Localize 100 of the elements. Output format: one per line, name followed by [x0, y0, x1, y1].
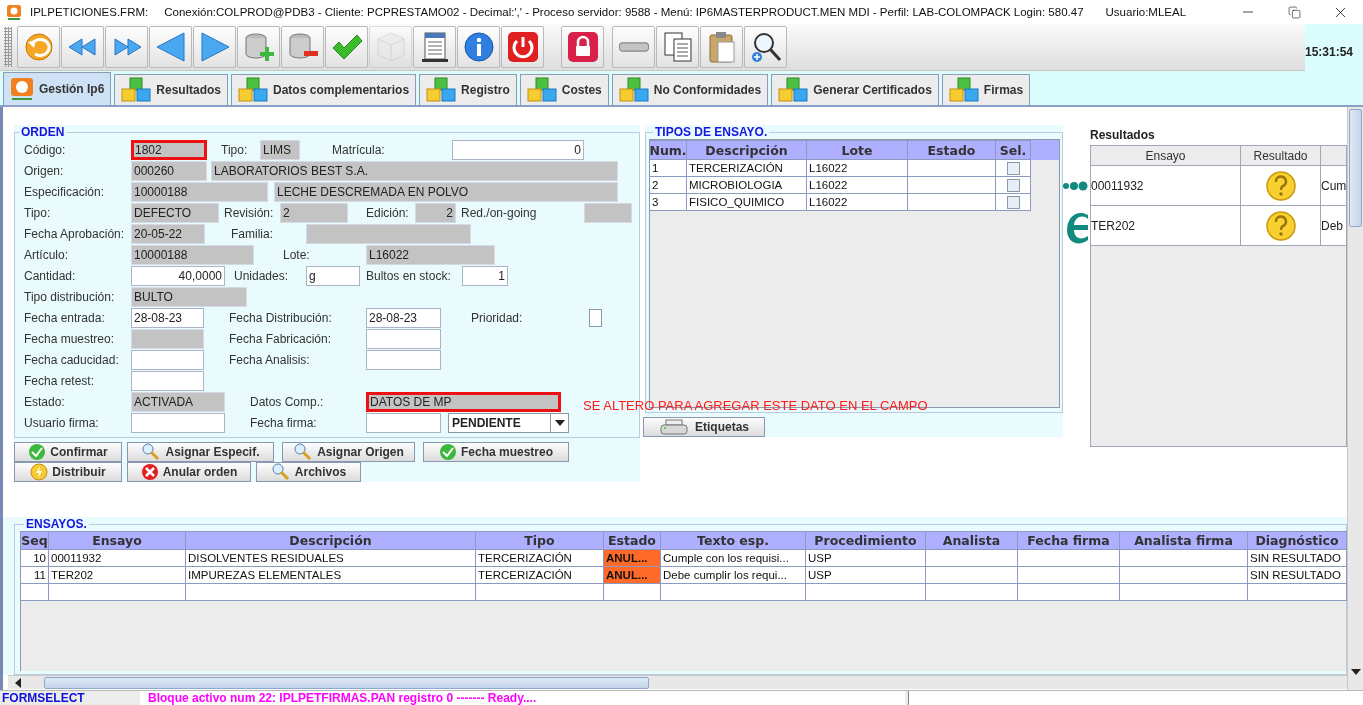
column-header[interactable]: Descripción	[186, 531, 476, 550]
field-label: Fecha retest:	[24, 373, 96, 388]
field-label: Unidades:	[234, 268, 290, 283]
column-header[interactable]: Ensayo	[49, 531, 186, 550]
table-cell: L16022	[807, 177, 908, 194]
checkbox[interactable]	[589, 308, 602, 327]
tab[interactable]: Generar Certificados	[771, 74, 939, 105]
status-cell: ANUL...	[604, 567, 661, 584]
column-header[interactable]: Resultado	[1241, 146, 1321, 166]
input-field[interactable]	[366, 349, 441, 370]
column-header[interactable]: Estado	[908, 140, 996, 160]
checkbox[interactable]	[1006, 195, 1020, 209]
table-cell	[21, 584, 49, 601]
tab[interactable]: No Conformidades	[611, 74, 769, 105]
toolbar-grip[interactable]	[4, 27, 12, 67]
column-header[interactable]: Descripción	[687, 140, 807, 160]
toolbar-button[interactable]	[744, 26, 787, 68]
table-cell: TERCERIZACIÓN	[687, 160, 807, 177]
action-button[interactable]: Distribuir	[14, 462, 122, 482]
column-header[interactable]: Diagnóstico	[1248, 531, 1347, 550]
action-button[interactable]: Archivos	[256, 462, 361, 482]
cubes-icon	[617, 77, 650, 103]
input-field[interactable]: 40,0000	[131, 265, 225, 286]
input-field[interactable]	[131, 412, 225, 433]
checkbox[interactable]	[1006, 178, 1020, 192]
field-label: Fecha Analisis:	[229, 352, 311, 367]
tab[interactable]: Costes	[519, 74, 609, 105]
tab[interactable]: Firmas	[941, 74, 1031, 105]
table-cell: 11	[21, 567, 49, 584]
cubes-icon	[120, 77, 153, 103]
input-field[interactable]: g	[306, 265, 360, 286]
checkbox[interactable]	[1006, 161, 1020, 175]
scroll-thumb[interactable]	[1349, 109, 1362, 227]
cubes-icon	[525, 77, 558, 103]
column-header[interactable]: Sel.	[996, 140, 1031, 160]
field-label: Prioridad:	[471, 310, 524, 325]
search-icon	[270, 463, 291, 481]
readonly-field: LABORATORIOS BEST S.A.	[211, 160, 618, 181]
readonly-field: 2	[415, 202, 456, 223]
column-header[interactable]: Seq	[21, 531, 49, 550]
column-header[interactable]: Analista firma	[1120, 531, 1248, 550]
column-header[interactable]: Ensayo	[1091, 146, 1241, 166]
column-header[interactable]: Texto esp.	[661, 531, 806, 550]
panel-title: Resultados	[1090, 128, 1156, 144]
horizontal-scrollbar[interactable]	[8, 675, 1347, 689]
input-field[interactable]: 1	[462, 265, 508, 286]
action-button[interactable]: Asignar Especif.	[127, 442, 274, 462]
status-cell: ANUL...	[604, 550, 661, 567]
table-cell: TERCERIZACIÓN	[476, 567, 604, 584]
column-header[interactable]: Analista	[926, 531, 1018, 550]
table-cell: Cum	[1321, 166, 1346, 206]
input-field[interactable]	[131, 370, 204, 391]
toolbar-button[interactable]	[457, 26, 500, 68]
vertical-scrollbar[interactable]	[1347, 107, 1363, 690]
input-field[interactable]: 0	[452, 139, 584, 160]
input-field[interactable]: 28-08-23	[366, 307, 441, 328]
column-header[interactable]: Tipo	[476, 531, 604, 550]
caret-icon	[554, 419, 565, 426]
tab[interactable]: Datos complementarios	[231, 74, 417, 105]
field-label: Estado:	[24, 394, 66, 409]
power-icon	[505, 30, 540, 64]
input-field[interactable]: 28-08-23	[131, 307, 204, 328]
scroll-left-icon[interactable]	[14, 677, 22, 688]
tab[interactable]: Gestión Ip6	[3, 72, 112, 105]
cubes-icon	[777, 77, 810, 103]
clock: 15:31:54	[1305, 44, 1354, 59]
panel-title: ENSAYOS.	[25, 517, 88, 531]
toolbar-button[interactable]	[413, 26, 456, 68]
column-header[interactable]: Lote	[807, 140, 908, 160]
action-button[interactable]: Fecha muestreo	[423, 442, 569, 462]
search-icon	[293, 443, 314, 461]
column-header[interactable]: Fecha firma	[1018, 531, 1120, 550]
action-button[interactable]: Asignar Origen	[282, 442, 415, 462]
printer-icon	[659, 419, 689, 435]
input-field[interactable]	[366, 412, 441, 433]
labels-button[interactable]: Etiquetas	[643, 417, 765, 437]
scroll-down-icon[interactable]	[1350, 669, 1361, 675]
column-header[interactable]: Num.	[650, 140, 687, 160]
help-icon	[1264, 209, 1297, 242]
field-label: Fecha Aprobación:	[24, 226, 126, 241]
field-label: Lote:	[283, 247, 311, 262]
dropdown[interactable]: PENDIENTE	[448, 412, 569, 433]
table-cell: Deb	[1321, 206, 1346, 246]
input-field[interactable]	[131, 349, 204, 370]
scroll-thumb[interactable]	[44, 676, 649, 689]
action-button[interactable]: Anular orden	[127, 462, 251, 482]
table-cell: 00011932	[1091, 166, 1241, 206]
check-icon	[438, 443, 457, 461]
input-field[interactable]	[366, 328, 441, 349]
column-header[interactable]: Procedimiento	[806, 531, 926, 550]
cubes-icon	[425, 77, 458, 103]
tab[interactable]: Resultados	[114, 74, 229, 105]
table-cell: USP	[806, 567, 926, 584]
field-label: Especificación:	[24, 184, 106, 199]
tab[interactable]: Registro	[419, 74, 517, 105]
action-button[interactable]: Confirmar	[14, 442, 122, 462]
column-header[interactable]: Estado	[604, 531, 661, 550]
field-label: Fecha Fabricación:	[229, 331, 333, 346]
table-cell: Cumple con los requisi...	[661, 550, 806, 567]
field-label: Usuario firma:	[24, 415, 100, 430]
